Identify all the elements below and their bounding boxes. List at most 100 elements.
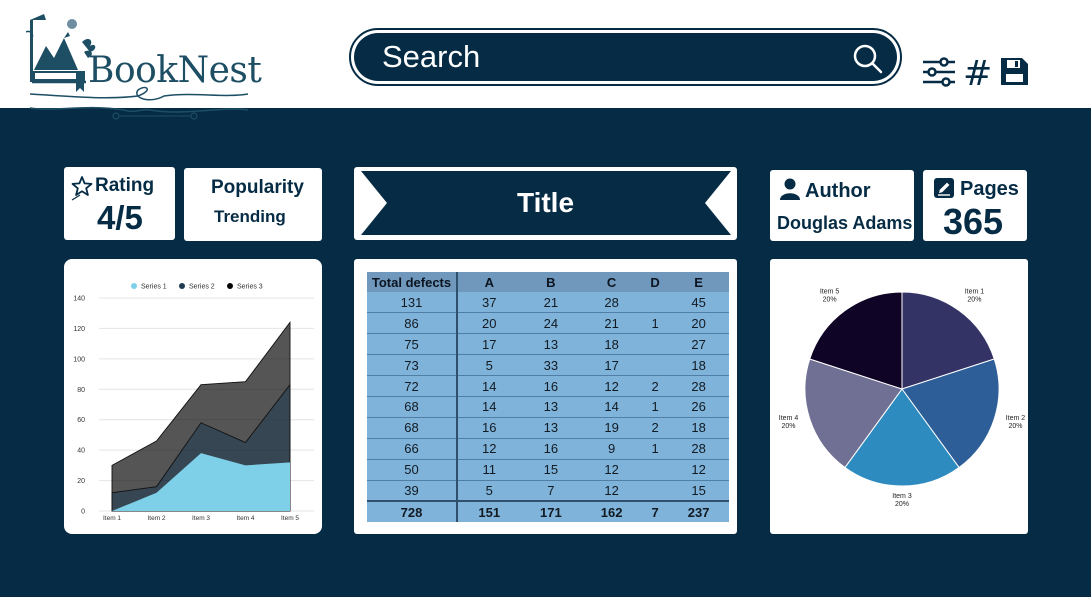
pie-label: Item 2 <box>1006 415 1026 422</box>
search-icon[interactable] <box>853 44 883 74</box>
table-cell: 73 <box>367 354 458 377</box>
table-cell: 12 <box>581 375 642 398</box>
pie-chart: Item 120%Item 220%Item 320%Item 420%Item… <box>779 289 1026 508</box>
table-cell: 2 <box>641 417 669 439</box>
table-row: 66 12 16 9 1 28 <box>367 438 729 460</box>
popularity-card: Popularity Trending <box>184 168 322 241</box>
table-cell: 28 <box>668 438 729 460</box>
table-header-row: Total defects A B C D E <box>367 272 729 292</box>
pie-chart-card: Item 1 20% Item 2 20% Item 3 20% Item 4 20% Item… <box>770 259 1028 534</box>
table-row: 86 20 24 21 1 20 <box>367 312 729 335</box>
table-total-row: 728 151 171 162 7 237 <box>367 500 729 522</box>
table-cell: 24 <box>520 312 582 335</box>
table-cell: 15 <box>668 480 729 502</box>
table-total-cell: 728 <box>367 500 458 522</box>
author-label: Author <box>805 180 871 202</box>
table-cell: 1 <box>641 312 669 335</box>
star-icon <box>71 176 93 201</box>
y-tick-label: 80 <box>77 387 85 394</box>
table-cell: 72 <box>367 375 458 398</box>
table-cell: 68 <box>367 417 458 439</box>
table-cell: 15 <box>520 459 582 481</box>
pie-percent-label: 20% <box>1008 423 1022 430</box>
pie-label: Item 5 <box>820 289 840 296</box>
popularity-label: Popularity <box>211 177 304 198</box>
search-bar-inner <box>354 33 897 81</box>
legend-label: Series 1 <box>141 284 167 291</box>
table-cell: 17 <box>581 354 642 377</box>
table-cell: 21 <box>581 312 642 335</box>
pie-percent-label: 20% <box>823 297 837 304</box>
table-cell: 14 <box>581 396 642 418</box>
table-cell: 19 <box>581 417 642 439</box>
brand-name: BookNest <box>88 50 262 91</box>
table-cell <box>641 459 669 481</box>
table-cell: 16 <box>520 438 582 460</box>
legend-label: Series 3 <box>237 284 263 291</box>
y-tick-label: 40 <box>77 448 85 455</box>
popularity-value: Trending <box>214 207 286 226</box>
table-cell: 1 <box>641 396 669 418</box>
x-tick-label: Item 5 <box>281 515 299 522</box>
table-cell: 7 <box>520 480 582 502</box>
table-header-cell: A <box>457 272 521 292</box>
table-cell: 28 <box>581 292 642 314</box>
hash-button[interactable]: # <box>963 54 992 94</box>
table-cell: 33 <box>520 354 582 377</box>
table-cell: 26 <box>668 396 729 418</box>
pages-label: Pages <box>960 178 1019 200</box>
table-cell: 13 <box>520 396 582 418</box>
table-row: 131 37 21 28 45 <box>367 292 729 314</box>
table-header-cell: C <box>581 272 642 292</box>
search-input[interactable] <box>382 33 832 81</box>
table-cell: 2 <box>641 375 669 398</box>
table-cell: 12 <box>668 459 729 481</box>
table-row: 73 5 33 17 18 <box>367 354 729 377</box>
table-cell: 5 <box>457 354 521 377</box>
pie-percent-label: 20% <box>967 297 981 304</box>
table-total-cell: 162 <box>581 500 642 522</box>
x-tick-label: Item 3 <box>192 515 210 522</box>
x-tick-label: Item 1 <box>103 515 121 522</box>
legend-marker <box>227 283 233 289</box>
booknest-logo[interactable]: BookNest <box>24 12 262 124</box>
rating-card: Rating 4/5 <box>64 167 175 240</box>
author-value: Douglas Adams <box>777 213 913 233</box>
pie-label: Item 3 <box>892 493 912 500</box>
save-icon[interactable] <box>999 56 1030 87</box>
table-cell: 1 <box>641 438 669 460</box>
search-bar[interactable] <box>349 28 902 86</box>
table-total-cell: 151 <box>457 500 521 522</box>
table-cell <box>641 333 669 356</box>
rating-label: Rating <box>95 175 155 196</box>
x-tick-label: Item 2 <box>147 515 165 522</box>
table-header-cell: B <box>520 272 582 292</box>
table-cell: 11 <box>457 459 521 481</box>
table-cell: 13 <box>520 417 582 439</box>
table-cell: 20 <box>457 312 521 335</box>
table-row: 75 17 13 18 27 <box>367 333 729 356</box>
table-row: 72 14 16 12 2 28 <box>367 375 729 398</box>
rating-value: 4/5 <box>97 199 143 236</box>
table-cell: 45 <box>668 292 729 314</box>
table-cell <box>641 354 669 377</box>
table-row: 50 11 15 12 12 <box>367 459 729 481</box>
app-header: BookNest # <box>0 0 1091 120</box>
y-tick-label: 20 <box>77 478 85 485</box>
table-row: 68 16 13 19 2 18 <box>367 417 729 439</box>
table-total-cell: 237 <box>668 500 729 522</box>
table-row: 68 14 13 14 1 26 <box>367 396 729 418</box>
table-cell: 12 <box>581 480 642 502</box>
pages-value: 365 <box>943 201 1004 242</box>
author-card: Author Douglas Adams <box>770 170 914 241</box>
table-cell: 9 <box>581 438 642 460</box>
legend-marker <box>131 283 137 289</box>
sliders-icon[interactable] <box>922 57 956 87</box>
y-tick-label: 140 <box>73 296 85 303</box>
table-cell: 14 <box>457 375 521 398</box>
pages-card: Pages 365 <box>923 170 1027 242</box>
table-cell: 39 <box>367 480 458 502</box>
table-cell: 18 <box>581 333 642 356</box>
title-card: Title <box>354 167 737 240</box>
area-chart-card: 0 20 40 60 80 100 120 140 Item 1 Item 2 Item 3 Item… <box>64 259 322 534</box>
